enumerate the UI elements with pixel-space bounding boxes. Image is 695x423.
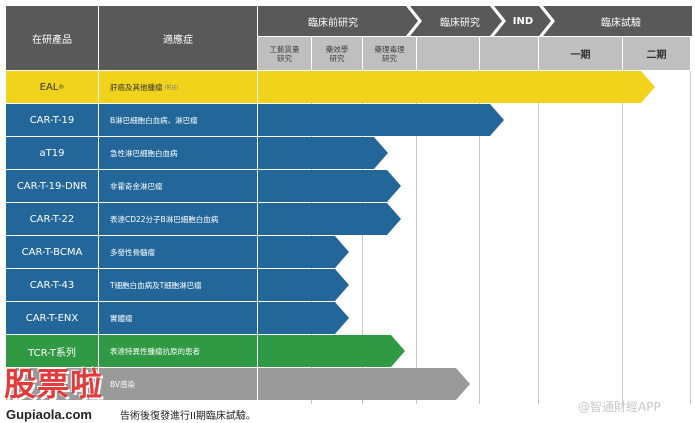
indication-text: 表達CD22分子B淋巴細胞白血病 <box>110 214 219 224</box>
progress-arrow-shape <box>258 302 349 334</box>
product-cell: TCR-T系列 <box>6 335 98 367</box>
progress-arrow-shape <box>258 269 349 301</box>
footnote-text: 告術後復發進行II期臨床試驗。 <box>120 411 256 422</box>
indication-cell: 實體瘤 <box>99 302 257 334</box>
indication-text: 肝癌及其他腫瘤 <box>110 82 163 92</box>
product-cell: CAR-T-BCMA <box>6 236 98 268</box>
progress-arrow-shape <box>258 203 401 235</box>
phase1-label: 一期 <box>570 50 591 61</box>
footnote: 告術後復發進行II期臨床試驗。 <box>120 407 256 422</box>
sub-clinical-research-blank <box>417 37 479 70</box>
progress-arrow <box>258 137 388 169</box>
indication-note: (附註) <box>164 84 179 91</box>
header-product-label: 在研產品 <box>32 34 72 46</box>
product-trademark: ® <box>58 83 65 91</box>
header-clinical-research: 臨床研究 <box>420 6 500 36</box>
grid-line <box>538 71 539 404</box>
header-ind: IND <box>505 6 541 36</box>
sub-process-quality: 工藝質量 研究 <box>258 37 311 70</box>
progress-arrow <box>258 368 470 400</box>
header-indication: 適應症 <box>99 6 257 70</box>
ind-label: IND <box>512 15 534 27</box>
progress-arrow-shape <box>258 368 470 400</box>
phase2-label: 二期 <box>646 50 667 61</box>
progress-arrow-shape <box>258 335 405 367</box>
indication-cell: 肝癌及其他腫瘤 (附註) <box>99 71 257 103</box>
product-name: CAR-T-43 <box>29 279 75 291</box>
indication-cell: B淋巴細胞白血病、淋巴瘤 <box>99 104 257 136</box>
watermark-logo-text: 股票啦 <box>4 365 104 403</box>
sub-phase1: 一期 <box>539 37 622 70</box>
indication-cell: 表達特異性腫瘤抗原的患者 <box>99 335 257 367</box>
header-indication-label: 適應症 <box>163 34 193 46</box>
progress-arrow <box>258 71 655 103</box>
progress-arrow-shape <box>258 236 349 268</box>
product-cell: CAR-T-19 <box>6 104 98 136</box>
product-name: TCR-T系列 <box>28 347 76 359</box>
indication-cell: 非霍奇金淋巴瘤 <box>99 170 257 202</box>
sub-toxicology: 藥理毒理 研究 <box>363 37 416 70</box>
indication-text: 多發性骨髓瘤 <box>110 247 155 257</box>
progress-arrow <box>258 302 349 334</box>
clinical-trials-label: 臨床試驗 <box>601 17 641 29</box>
sub-pharmacodynamics-label: 藥效學 研究 <box>325 44 349 63</box>
watermark-site-text: Gupiaola.com <box>6 407 92 422</box>
product-name: EAL <box>39 81 59 93</box>
progress-arrow <box>258 203 401 235</box>
indication-text: 表達特異性腫瘤抗原的患者 <box>110 346 200 356</box>
indication-cell: 表達CD22分子B淋巴細胞白血病 <box>99 203 257 235</box>
progress-arrow <box>258 269 349 301</box>
indication-cell: 多發性骨髓瘤 <box>99 236 257 268</box>
header-preclinical: 臨床前研究 <box>258 6 408 36</box>
preclinical-label: 臨床前研究 <box>308 17 358 29</box>
sub-process-quality-label: 工藝質量 研究 <box>269 44 300 63</box>
indication-text: B淋巴細胞白血病、淋巴瘤 <box>110 115 198 125</box>
progress-arrow-shape <box>258 137 388 169</box>
indication-text: 非霍奇金淋巴瘤 <box>110 181 163 191</box>
progress-arrow <box>258 236 349 268</box>
product-name: CAR-T-ENX <box>25 312 79 324</box>
grid-line <box>622 71 623 404</box>
progress-arrow <box>258 335 405 367</box>
product-name: CAR-T-19 <box>29 114 75 126</box>
indication-text: 實體瘤 <box>110 313 133 323</box>
clinical-research-label: 臨床研究 <box>440 17 480 29</box>
watermark-app-text: @智通財經APP <box>578 400 661 414</box>
sub-pharmacodynamics: 藥效學 研究 <box>312 37 362 70</box>
indication-text: 急性淋巴細胞白血病 <box>110 148 178 158</box>
indication-text: T細胞白血病及T細胞淋巴瘤 <box>110 280 202 290</box>
watermark-app: @智通財經APP <box>578 398 661 415</box>
product-cell: CAR-T-22 <box>6 203 98 235</box>
sub-toxicology-label: 藥理毒理 研究 <box>374 44 405 63</box>
product-cell: CAR-T-43 <box>6 269 98 301</box>
progress-arrow-shape <box>258 170 401 202</box>
watermark-logo: 股票啦 <box>4 366 126 406</box>
product-cell: aT19 <box>6 137 98 169</box>
progress-arrow-shape <box>258 104 504 136</box>
grid-line <box>690 71 691 404</box>
product-name: CAR-T-BCMA <box>21 246 83 258</box>
watermark-site: Gupiaola.com <box>6 404 92 423</box>
product-cell: EAL ® <box>6 71 98 103</box>
product-name: aT19 <box>39 147 65 159</box>
product-name: CAR-T-19-DNR <box>16 180 88 192</box>
sub-ind-blank <box>480 37 538 70</box>
indication-cell: 急性淋巴細胞白血病 <box>99 137 257 169</box>
sub-phase2: 二期 <box>623 37 690 70</box>
progress-arrow <box>258 104 504 136</box>
indication-cell: T細胞白血病及T細胞淋巴瘤 <box>99 269 257 301</box>
progress-arrow <box>258 170 401 202</box>
product-cell: CAR-T-19-DNR <box>6 170 98 202</box>
progress-arrow-shape <box>258 71 655 103</box>
product-cell: CAR-T-ENX <box>6 302 98 334</box>
product-name: CAR-T-22 <box>29 213 75 225</box>
header-clinical-trials: 臨床試驗 <box>556 6 686 36</box>
header-product: 在研產品 <box>6 6 98 70</box>
